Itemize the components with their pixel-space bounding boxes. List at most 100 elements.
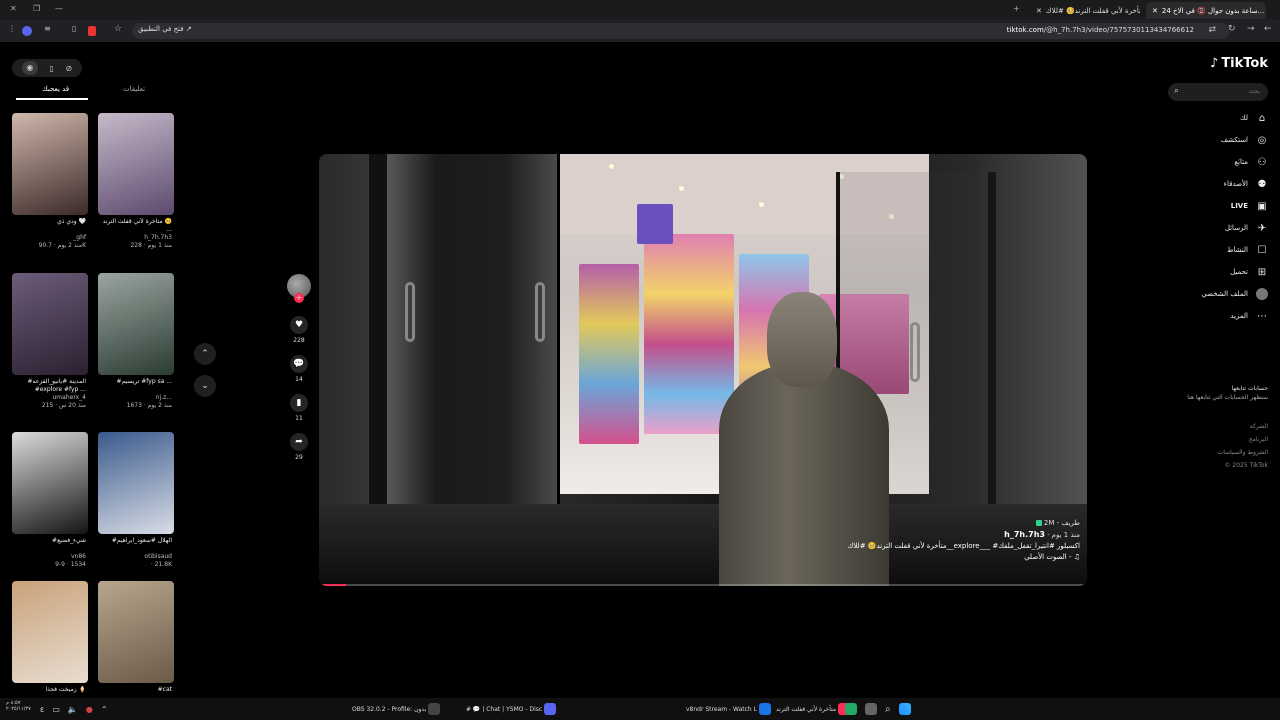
task-view-icon[interactable] [865,703,877,715]
minimize-window-icon[interactable]: — [55,4,63,13]
recording-icon[interactable] [88,26,96,36]
feed-card-thumbnail[interactable] [12,273,88,375]
bookmark-star-icon[interactable]: ☆ [114,24,122,34]
address-bar[interactable]: ☆ فتح في التطبيق ↗ tiktok.com/@h_7h.7h3/… [114,23,1230,39]
mic-icon[interactable]: ● [86,705,93,714]
creator-avatar-button[interactable]: + [286,274,312,303]
feed-card-thumbnail[interactable] [12,581,88,683]
profile-icon[interactable] [22,26,32,36]
feed-card-user[interactable]: nj.z... [98,394,174,402]
close-tab-icon[interactable]: ✕ [1036,7,1042,15]
translate-icon[interactable]: ⇄ [1208,25,1216,35]
live-icon: ▣ [1257,200,1267,212]
extension-icon[interactable]: ≡ [44,24,51,33]
tab-active[interactable]: ✕ 24 ساعة بدون جوال 📵 في الاخ... [1146,2,1266,19]
feed-card-thumbnail[interactable] [12,432,88,534]
sidebar-nav-label: النشاط [1226,246,1248,254]
sidebar-nav-label: LIVE [1230,202,1248,210]
feed-card-thumbnail[interactable] [12,113,88,215]
video-sound-row[interactable]: الصوت الأصلي - ♫ [848,552,1080,563]
chrome-pinned-icon[interactable] [845,703,857,715]
feed-card-thumbnail[interactable] [98,113,174,215]
view-toggle-group: ◉ ▯ ⊘ [12,59,82,77]
speaker-icon[interactable]: 🔈 [68,705,78,714]
footer-link[interactable]: البرنامج [1218,433,1268,446]
taskbar-app[interactable]: # 💬 | Chat | YSMO - Disc [466,702,557,716]
reload-icon[interactable]: ↻ [1228,24,1236,34]
feed-card[interactable]: ودي ذي 🤍 _ghf منذ 2 يوم · 90.7K [12,113,88,250]
forward-icon[interactable]: → [1247,24,1255,34]
tab-you-may-like[interactable]: قد يعجبك [42,85,69,93]
feed-card[interactable]: #تريسيم #fyp sa ... nj.z... منذ 2 يوم · 16… [98,273,174,410]
restore-window-icon[interactable]: ❐ [33,4,40,13]
view-toggle-slash-icon[interactable]: ⊘ [65,64,72,73]
new-tab-icon[interactable]: + [1013,4,1020,13]
sidebar-nav-item[interactable]: النشاط ☐ [1158,241,1268,259]
close-tab-icon[interactable]: ✕ [1152,7,1158,15]
video-caption[interactable]: متأخرة لأني قفلت الترند🥺 #للاك__explore_… [848,541,1080,552]
view-toggle-phone-icon[interactable]: ▯ [49,64,53,73]
tray-chevron-icon[interactable]: ⌃ [101,705,108,714]
address-bar-row: ⋮ ≡ ▯ ☆ فتح في التطبيق ↗ tiktok.com/@h_7… [0,20,1280,42]
network-icon[interactable]: ▭ [52,705,60,714]
view-toggle-active-icon[interactable]: ◉ [21,61,38,75]
feed-card-thumbnail[interactable] [98,581,174,683]
video-username[interactable]: h_7h.7h3 [1004,530,1045,539]
feed-card[interactable]: #شيء_فضيع vn86 9-9 · 1534 [12,432,88,569]
sidebar-icon[interactable]: ▯ [72,24,76,33]
taskbar-search-icon[interactable]: ⌕ [885,704,891,715]
sidebar-nav-item[interactable]: الرسائل ✈ [1158,219,1268,237]
comment-button[interactable]: 💬 14 [286,355,312,383]
sidebar-nav-item[interactable]: متابَع ⚇ [1158,153,1268,171]
sidebar-nav-label: المزيد [1230,312,1248,320]
menu-dots-icon[interactable]: ⋮ [8,24,16,33]
sidebar-nav-item[interactable]: الأصدقاء ⚉ [1158,175,1268,193]
footer-link[interactable]: © 2025 TikTok [1218,459,1269,472]
footer-link[interactable]: الشركة [1218,420,1268,433]
notification-icon[interactable]: ε [40,705,44,714]
feed-card-stats: 9-9 · 1534 [55,561,86,568]
bookmark-icon: ▮ [290,394,308,412]
sidebar-nav-item[interactable]: لك ⌂ [1158,109,1268,127]
feed-card-user[interactable]: otibisaud [98,553,174,561]
tab-video[interactable]: ✕ متأخرة لأني قفلت الترند🥺 #للاك... [1030,2,1140,19]
share-button[interactable]: ➦ 29 [286,433,312,461]
tiktok-logo[interactable]: ♪ TikTok [1210,56,1268,71]
taskbar-app[interactable]: متأخرة لأني قفلت الترند [776,702,851,716]
taskbar-app[interactable]: v8ndr Stream - Watch L [686,702,771,716]
url-text[interactable]: tiktok.com/@h_7h.7h3/video/7575730113434… [1007,26,1194,34]
footer-link[interactable]: الشروط والسياسات [1218,446,1268,459]
sidebar-nav-item[interactable]: تحميل ⊞ [1158,263,1268,281]
feed-card-user[interactable]: vn86 [12,553,88,561]
feed-card[interactable]: متأخرة لأني قفلت الترند 🥺 ... h_7h.7h3 منذ… [98,113,174,250]
next-video-button[interactable]: ⌄ [194,375,216,397]
feed-card[interactable]: #cat · [98,581,174,710]
feed-card[interactable]: #الهلال #سعود_ابراهيم otibisaud · 21.8K [98,432,174,569]
feed-card-user[interactable]: umaherx_4 [12,394,88,402]
taskbar-app[interactable]: OBS 32.0.2 - Profile: بدون [352,702,441,716]
video-player[interactable]: 2M - طريف h_7h.7h3 · منذ 1 يوم متأخرة لأ… [319,154,1087,586]
sidebar-nav-item[interactable]: استكشف ◎ [1158,131,1268,149]
previous-video-button[interactable]: ⌃ [194,343,216,365]
sidebar-nav-item[interactable]: الملف الشخصي [1158,285,1268,303]
feed-card-thumbnail[interactable] [98,273,174,375]
open-in-app-button[interactable]: فتح في التطبيق ↗ [138,25,192,33]
clock[interactable]: ٤:٥٧ م ٢٠٢٥/١١/٢٧ [6,700,31,714]
close-window-icon[interactable]: ✕ [10,4,17,13]
feed-card[interactable]: زمبخت فحذاً 🍦 · [12,581,88,710]
like-button[interactable]: ♥ 228 [286,316,312,344]
feed-card-user[interactable]: _ghf [12,234,88,242]
sidebar-nav-item[interactable]: المزيد ⋯ [1158,307,1268,325]
save-button[interactable]: ▮ 11 [286,394,312,422]
feed-card[interactable]: #المدينة #بانيو_الفزعه #explore #fyp ...… [12,273,88,410]
follow-plus-icon[interactable]: + [294,293,304,303]
sidebar-nav-item[interactable]: LIVE ▣ [1158,197,1268,215]
tab-label: 24 ساعة بدون جوال 📵 في الاخ... [1161,6,1265,15]
feed-card-thumbnail[interactable] [98,432,174,534]
back-icon[interactable]: ← [1264,24,1272,34]
video-progress-bar[interactable] [319,584,1087,586]
tab-comments[interactable]: تعليقات [123,85,145,93]
windows-start-icon[interactable] [898,703,911,715]
search-input[interactable]: ⌕ بحث [1168,83,1268,101]
feed-card-user[interactable]: h_7h.7h3 [98,234,174,242]
